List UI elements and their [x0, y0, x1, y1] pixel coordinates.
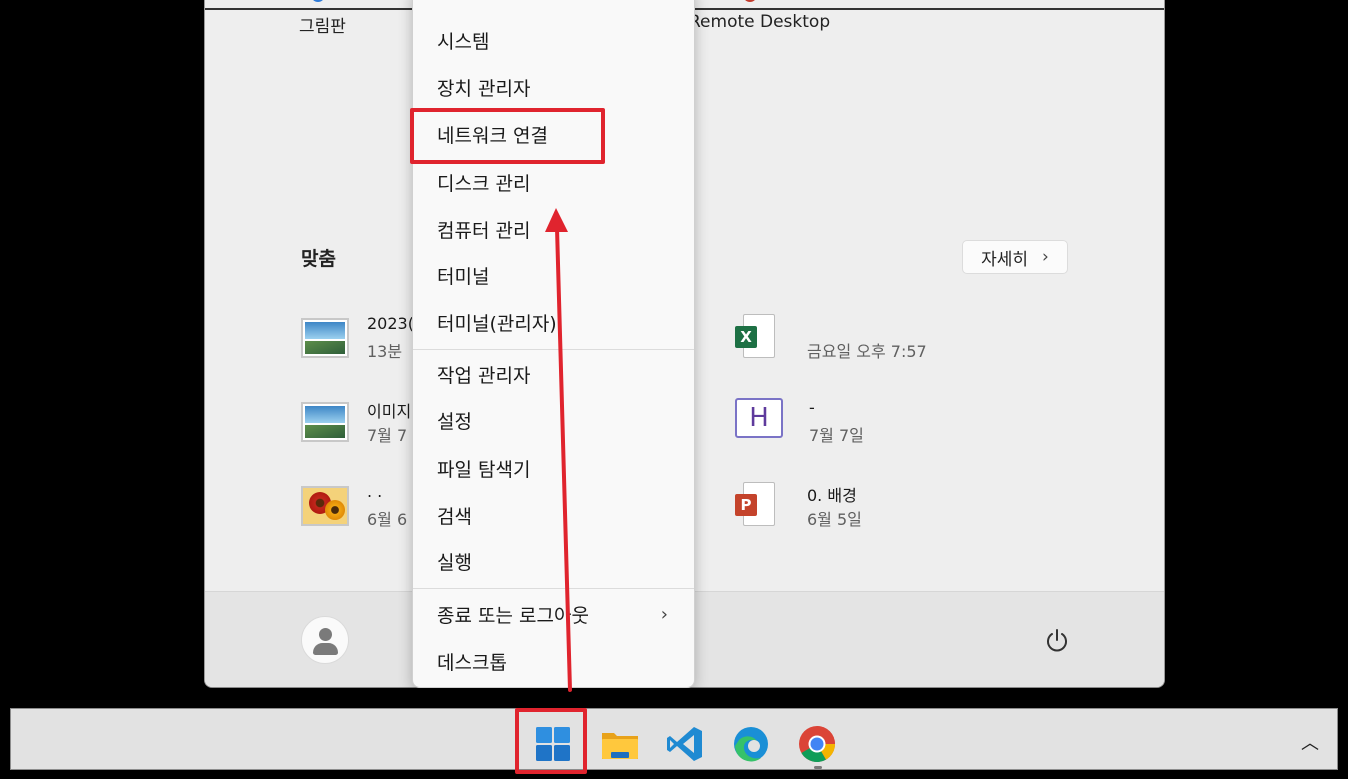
menu-item-device-manager[interactable]: 장치 관리자	[413, 67, 694, 107]
pinned-app-remote-desktop[interactable]: Remote Desktop	[689, 12, 830, 32]
recommended-item-name: 이미지	[367, 402, 412, 421]
menu-item-settings[interactable]: 설정	[413, 400, 694, 440]
file-explorer-icon[interactable]	[600, 724, 640, 764]
hwp-file-icon: H	[735, 398, 783, 438]
menu-item-task-manager[interactable]: 작업 관리자	[413, 354, 694, 394]
recommended-item-time: 13분	[367, 342, 403, 361]
annotation-highlight-network	[410, 108, 605, 164]
recommended-item[interactable]: . . 6월 6	[301, 482, 407, 530]
recommended-item-name	[807, 314, 927, 334]
recommended-item-name: 0. 배경	[807, 486, 857, 505]
recommended-item[interactable]: P 0. 배경 6월 5일	[731, 482, 862, 530]
user-avatar-icon[interactable]	[301, 616, 349, 664]
powerpoint-file-icon: P	[735, 482, 783, 526]
menu-item-search[interactable]: 검색	[413, 495, 694, 535]
menu-item-terminal[interactable]: 터미널	[413, 255, 694, 295]
chevron-right-icon: ›	[660, 603, 668, 625]
recommended-item[interactable]: X 금요일 오후 7:57	[731, 314, 927, 362]
edge-icon[interactable]	[731, 724, 771, 764]
chevron-up-icon[interactable]: ︿	[1301, 729, 1319, 755]
recommended-item-name: . .	[367, 482, 383, 501]
taskbar: ︿	[10, 708, 1338, 770]
chevron-right-icon: ›	[1042, 247, 1049, 267]
more-button-label: 자세히	[981, 249, 1029, 270]
more-button[interactable]: 자세히 ›	[962, 240, 1068, 274]
chrome-icon[interactable]	[797, 724, 837, 764]
menu-item-desktop[interactable]: 데스크톱	[413, 641, 694, 681]
remote-desktop-app-icon	[743, 0, 757, 2]
recommended-title: 맞춤	[301, 248, 336, 270]
annotation-highlight-start	[515, 708, 587, 774]
context-menu: 시스템 장치 관리자 네트워크 연결 디스크 관리 컴퓨터 관리 터미널 터미널…	[412, 0, 695, 688]
vscode-icon[interactable]	[665, 724, 705, 764]
running-indicator	[814, 766, 822, 769]
excel-file-icon: X	[735, 314, 783, 358]
menu-item-terminal-admin[interactable]: 터미널(관리자)	[413, 302, 694, 342]
menu-separator	[413, 588, 694, 589]
recommended-item-time: 7월 7일	[809, 426, 864, 445]
recommended-item[interactable]: H - 7월 7일	[731, 398, 864, 446]
power-icon[interactable]	[1043, 627, 1071, 655]
recommended-item-name: -	[809, 398, 815, 417]
menu-item-disk-management[interactable]: 디스크 관리	[413, 162, 694, 202]
recommended-item-time: 6월 6	[367, 510, 408, 529]
recommended-item-time: 금요일 오후 7:57	[807, 342, 927, 361]
paint-app-icon	[311, 0, 325, 2]
image-file-icon	[301, 318, 349, 358]
recommended-item-time: 6월 5일	[807, 510, 862, 529]
recommended-item[interactable]: 2023( 13분	[301, 314, 414, 362]
menu-item-shutdown-signout[interactable]: 종료 또는 로그아웃 ›	[413, 594, 694, 634]
menu-separator	[413, 349, 694, 350]
image-file-icon	[301, 402, 349, 442]
flower-image-icon	[301, 486, 349, 526]
menu-item-system[interactable]: 시스템	[413, 20, 694, 60]
menu-item-label: 종료 또는 로그아웃	[437, 604, 589, 627]
pinned-app-paint[interactable]: 그림판	[299, 12, 346, 37]
menu-item-run[interactable]: 실행	[413, 541, 694, 581]
recommended-item-name: 2023(	[367, 314, 414, 333]
recommended-item[interactable]: 이미지 7월 7	[301, 398, 411, 446]
menu-item-file-explorer[interactable]: 파일 탐색기	[413, 448, 694, 488]
recommended-item-time: 7월 7	[367, 426, 408, 445]
menu-item-computer-management[interactable]: 컴퓨터 관리	[413, 209, 694, 249]
